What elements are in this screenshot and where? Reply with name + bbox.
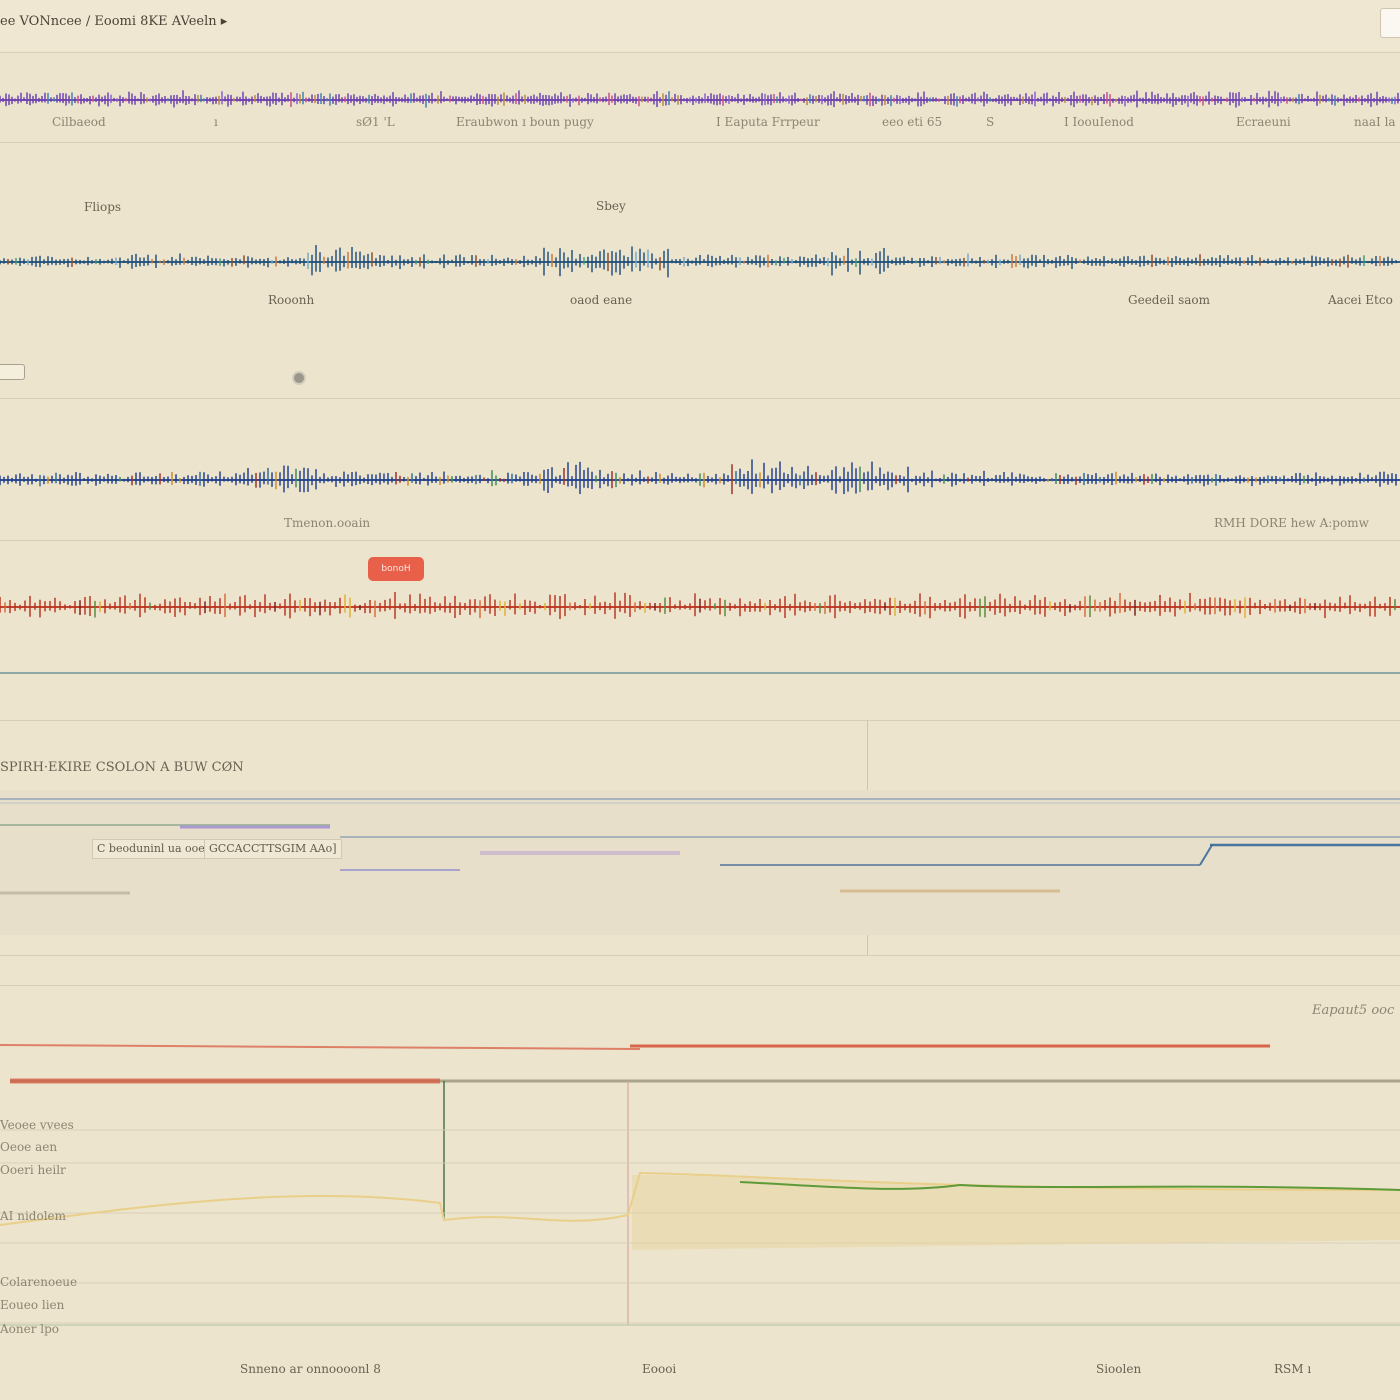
track1-label: S xyxy=(986,115,995,129)
track1-label: ı xyxy=(214,115,218,129)
divider xyxy=(0,142,1400,143)
track1-label: eeo eti 65 xyxy=(882,115,943,129)
footer-label: Eoooi xyxy=(642,1362,677,1376)
marker-badge[interactable]: bonoH xyxy=(368,557,424,581)
waveform-track-2 xyxy=(0,245,1400,278)
waveform-track-3 xyxy=(0,459,1400,495)
divider xyxy=(0,955,1400,956)
track2-label: oaod eane xyxy=(570,293,633,307)
footer-label: RSM ı xyxy=(1274,1362,1312,1376)
row-label: Oeoe aen xyxy=(0,1140,58,1154)
sequence-field[interactable]: C beoduninl ua ooe xyxy=(92,839,210,859)
footer-label: Snneno ar onnoooonl 8 xyxy=(240,1362,381,1376)
row-label: Veoee vvees xyxy=(0,1118,74,1132)
track1-label: I IoouIenod xyxy=(1064,115,1134,129)
divider xyxy=(0,985,1400,986)
track1-label: Eraubwon ɪ boun pugy xyxy=(456,115,594,129)
track2-label: Rooonh xyxy=(268,293,315,307)
window-title: ee VONncee / Eoomi 8KE AVeeln ▸ xyxy=(0,14,228,29)
sequence-field[interactable]: GCCACCTTSGIM AAo] xyxy=(204,839,342,859)
lower-trace-chart xyxy=(0,1044,1400,1326)
footer-label: Sioolen xyxy=(1096,1362,1142,1376)
window-control-button[interactable] xyxy=(1380,8,1400,38)
track2-label: Aacei Etco xyxy=(1328,293,1393,307)
lower-chart-corner-label: Eapaut5 ooc xyxy=(1312,1003,1395,1018)
track1-label: naaI la xyxy=(1354,115,1396,129)
track3-label: Tmenon.ooain xyxy=(284,516,371,530)
divider xyxy=(0,540,1400,541)
track1-label: Cilbaeod xyxy=(52,115,106,129)
track3-label: RMH DORE hew A:pomw xyxy=(1214,516,1369,530)
panel-header: SPIRH·EKIRE CSOLON A BUW CØN xyxy=(0,760,244,775)
track1-label: sØ1 'L xyxy=(356,115,395,129)
waveform-track-1 xyxy=(0,90,1400,108)
row-label: AI nidolem xyxy=(0,1209,67,1223)
track1-label: Ecraeuni xyxy=(1236,115,1291,129)
track-toggle-button[interactable] xyxy=(0,364,25,380)
waveform-track-4 xyxy=(0,592,1400,620)
divider xyxy=(0,720,1400,721)
row-label: Eoueo lien xyxy=(0,1298,65,1312)
row-label: Colarenoeue xyxy=(0,1275,78,1289)
playhead-knob[interactable] xyxy=(292,371,306,385)
track2-label: Geedeil saom xyxy=(1128,293,1210,307)
divider xyxy=(0,398,1400,399)
sequence-line xyxy=(1199,844,1213,866)
timeline-rule xyxy=(0,672,1400,674)
row-label: Aoner lpo xyxy=(0,1322,60,1336)
red-trace xyxy=(0,1044,641,1050)
row-label: Ooeri heilr xyxy=(0,1163,66,1177)
track1-label: I Eaputa Frrpeur xyxy=(716,115,820,129)
